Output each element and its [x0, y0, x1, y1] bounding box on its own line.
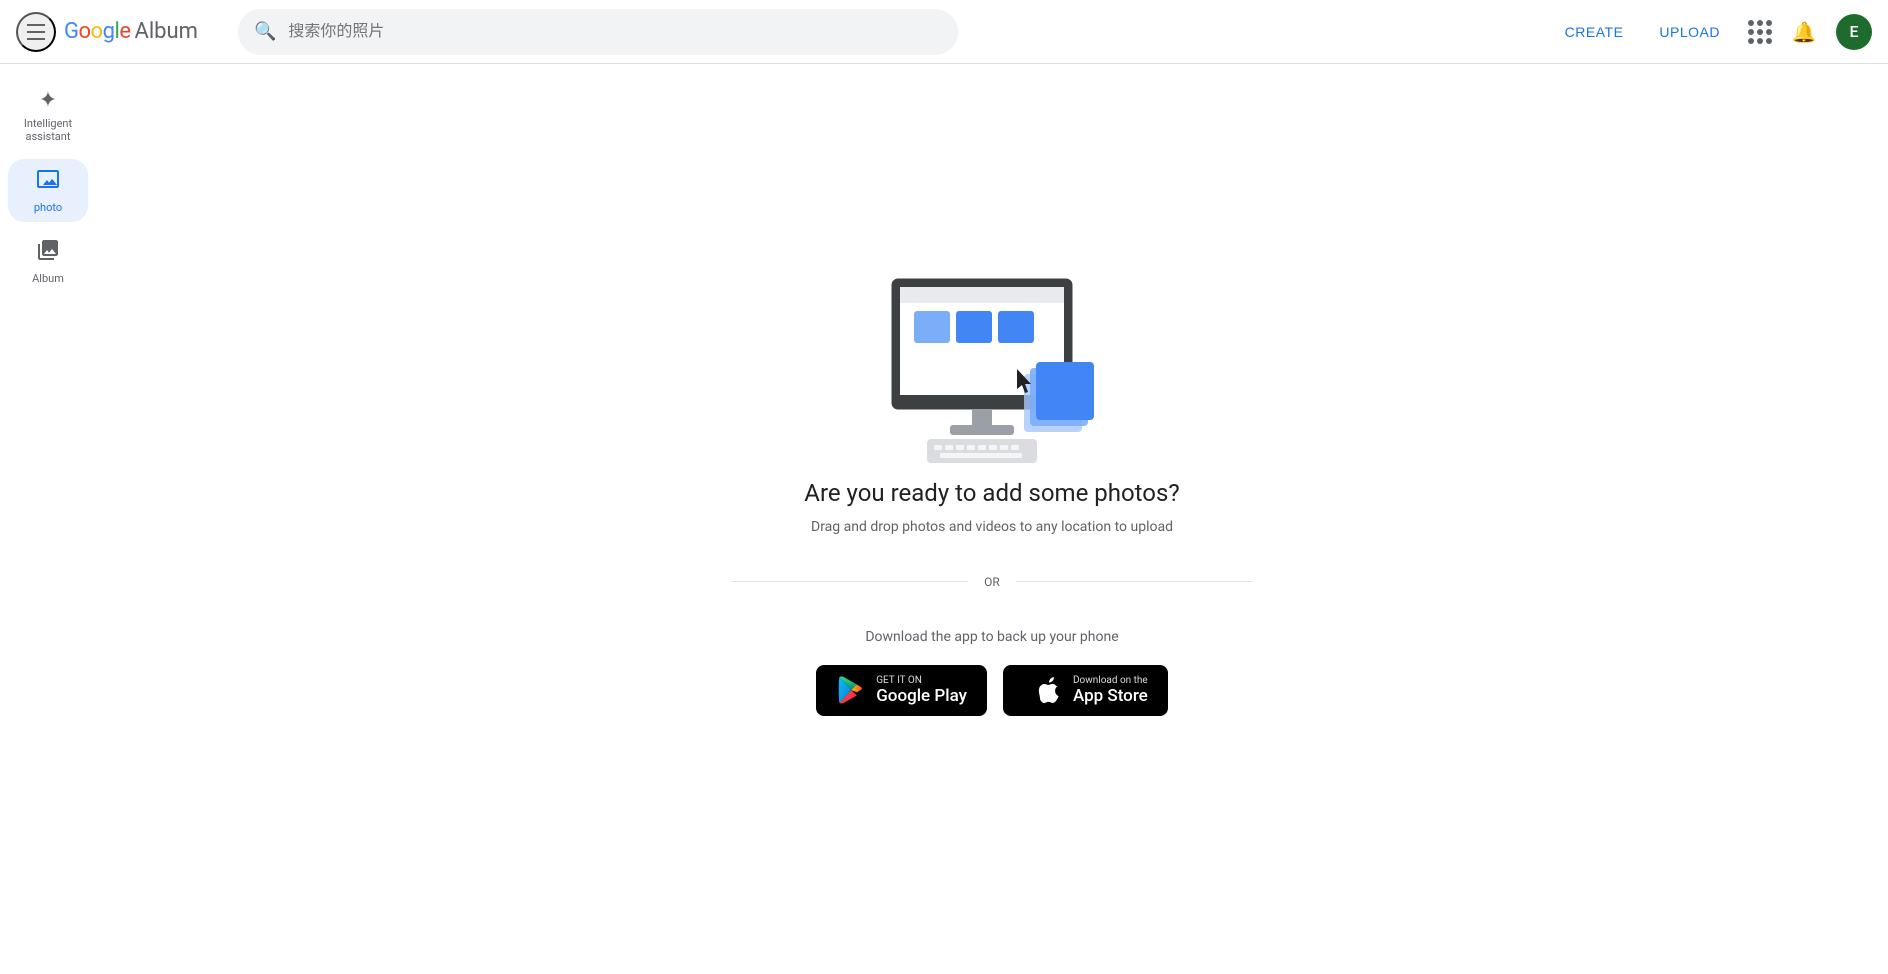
divider-line-right: [1016, 581, 1252, 582]
app-subtitle: Download the app to back up your phone: [865, 629, 1118, 645]
google-play-small: GET IT ON: [876, 675, 967, 686]
sidebar-item-assistant[interactable]: ✦ Intelligentassistant: [8, 80, 88, 151]
hamburger-line: [27, 24, 45, 26]
google-play-button[interactable]: GET IT ON Google Play: [816, 665, 987, 716]
app-store-button[interactable]: Download on the App Store: [1003, 665, 1168, 716]
search-icon: 🔍: [254, 21, 276, 42]
notifications-button[interactable]: 🔔: [1784, 12, 1824, 52]
illustration: [862, 259, 1122, 479]
bell-icon: 🔔: [1792, 20, 1817, 44]
sidebar: ✦ Intelligentassistant photo Album: [0, 64, 96, 910]
divider-line-left: [732, 581, 968, 582]
main-heading: Are you ready to add some photos?: [804, 479, 1179, 507]
header-actions: CREATE UPLOAD 🔔 E: [1549, 12, 1872, 52]
photo-icon: [36, 167, 60, 197]
app-store-big: App Store: [1073, 686, 1148, 706]
apps-grid-icon: [1748, 20, 1772, 44]
album-icon: [36, 238, 60, 268]
upload-button[interactable]: UPLOAD: [1643, 16, 1736, 48]
sidebar-item-photo-label: photo: [34, 201, 62, 214]
hamburger-line: [27, 38, 45, 40]
menu-button[interactable]: [16, 12, 56, 52]
logo-album-text: Album: [134, 19, 197, 44]
google-play-text: GET IT ON Google Play: [876, 675, 967, 706]
hamburger-line: [27, 31, 45, 33]
create-button[interactable]: CREATE: [1549, 16, 1640, 48]
sidebar-item-album[interactable]: Album: [8, 230, 88, 293]
main-subtext: Drag and drop photos and videos to any l…: [811, 519, 1173, 535]
sidebar-item-photo[interactable]: photo: [8, 159, 88, 222]
logo-google-text: Google: [64, 19, 130, 44]
app-store-small: Download on the: [1073, 675, 1148, 686]
apple-logo-icon: [1035, 677, 1061, 703]
app-store-text: Download on the App Store: [1073, 675, 1148, 706]
header: Google Album 🔍 CREATE UPLOAD 🔔 E: [0, 0, 1888, 64]
search-input[interactable]: [288, 23, 942, 41]
avatar[interactable]: E: [1836, 14, 1872, 50]
logo[interactable]: Google Album: [64, 19, 198, 44]
main-content: Are you ready to add some photos? Drag a…: [96, 64, 1888, 910]
google-play-icon: [836, 676, 864, 704]
sidebar-item-album-label: Album: [32, 272, 64, 285]
apps-button[interactable]: [1740, 12, 1780, 52]
or-divider: OR: [732, 575, 1252, 589]
or-text: OR: [968, 575, 1016, 589]
sidebar-item-assistant-label: Intelligentassistant: [24, 117, 72, 143]
app-buttons: GET IT ON Google Play Download on the Ap…: [816, 665, 1168, 716]
search-bar: 🔍: [238, 9, 958, 55]
google-play-big: Google Play: [876, 686, 967, 706]
assistant-icon: ✦: [39, 88, 57, 113]
